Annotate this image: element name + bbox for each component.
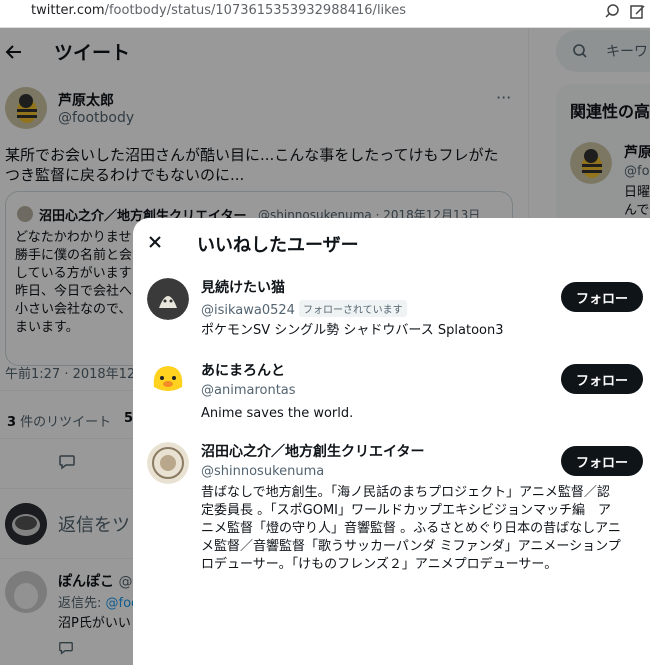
user-handle[interactable]: @animarontas — [201, 383, 296, 398]
url-path: /footbody/status/1073615353932988416/lik… — [104, 3, 406, 18]
user-bio: ポケモンSV シングル勢 シャドウバース Splatoon3 — [201, 323, 504, 338]
user-name[interactable]: 見続けたい猫 — [201, 277, 285, 297]
url-text[interactable]: twitter.com/footbody/status/107361535393… — [31, 3, 406, 18]
user-cell[interactable]: あにまろんと @animarontas Anime saves the worl… — [133, 351, 650, 429]
user-bio-line: 昔ばなしで地方創生。「海ノ民話のまちプロジェクト」アニメ監督／認 — [201, 485, 610, 500]
follows-you-badge: フォローされています — [298, 300, 407, 317]
cat-avatar-image — [147, 278, 189, 320]
user-bio-line: ニメ監督「燈の守り人」音響監督 。ふるさとめぐり日本の昔ばなしアニ — [201, 521, 621, 536]
user-bio: 昔ばなしで地方創生。「海ノ民話のまちプロジェクト」アニメ監督／認 定委員長 。「… — [201, 484, 621, 574]
user-handle[interactable]: @shinnosukenuma — [201, 464, 324, 479]
user-handle-row: @isikawa0524 フォローされています — [201, 300, 407, 318]
user-avatar[interactable] — [147, 359, 189, 401]
user-cell[interactable]: 沼田心之介／地方創生クリエイター @shinnosukenuma 昔ばなしで地方… — [133, 432, 650, 582]
user-avatar[interactable] — [147, 442, 189, 484]
seal-avatar-image — [147, 442, 189, 484]
search-icon[interactable] — [604, 2, 624, 22]
likes-modal: いいねしたユーザー 見続けたい猫 @isikawa0524 フォローされています … — [133, 218, 650, 665]
follow-button[interactable]: フォロー — [561, 282, 643, 312]
user-bio-line: ロデューサー。「けものフレンズ２」アニメプロデューサー。 — [201, 557, 558, 572]
user-handle[interactable]: @isikawa0524 — [201, 303, 295, 318]
user-name[interactable]: あにまろんと — [201, 360, 285, 380]
close-icon[interactable] — [148, 235, 162, 249]
url-host: twitter.com — [31, 3, 105, 18]
user-bio-line: メ監督／音響監督「歌うサッカーパンダ ミファンダ」アニメーションプ — [201, 539, 621, 554]
follow-button[interactable]: フォロー — [561, 364, 643, 394]
chick-avatar-image — [147, 359, 189, 401]
user-bio: Anime saves the world. — [201, 406, 354, 421]
user-cell[interactable]: 見続けたい猫 @isikawa0524 フォローされています ポケモンSV シング… — [133, 268, 650, 350]
browser-url-bar[interactable]: twitter.com/footbody/status/107361535393… — [0, 0, 650, 28]
follow-button[interactable]: フォロー — [561, 446, 643, 476]
user-avatar[interactable] — [147, 278, 189, 320]
user-bio-line: 定委員長 。「スポGOMI」ワールドカップエキシビジョンマッチ編 ア — [201, 503, 611, 518]
modal-title: いいねしたユーザー — [197, 235, 359, 256]
edit-icon[interactable] — [628, 2, 648, 22]
user-name[interactable]: 沼田心之介／地方創生クリエイター — [201, 441, 424, 461]
